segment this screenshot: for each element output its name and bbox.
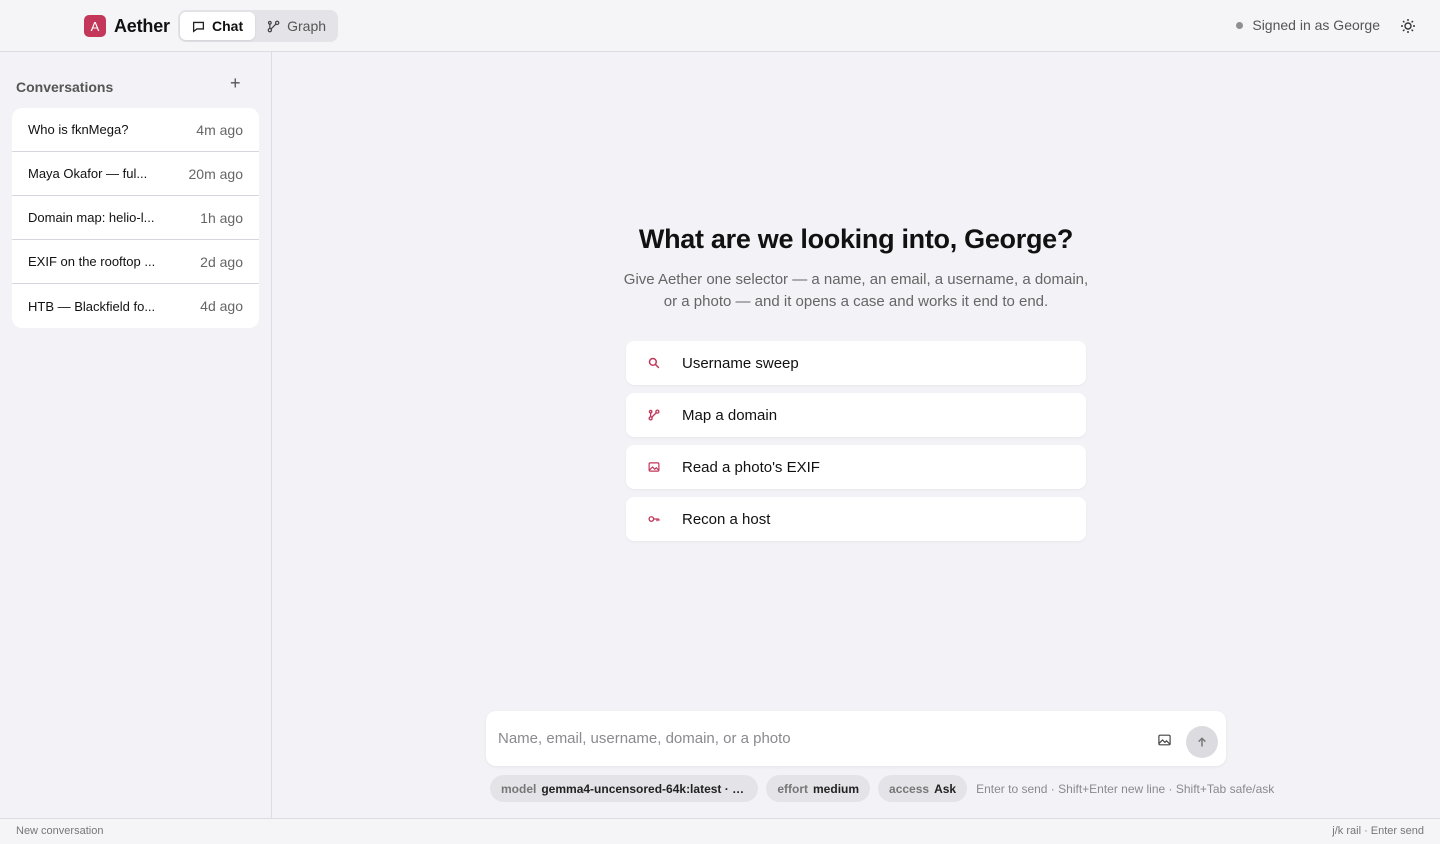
top-bar: A Aether Chat Graph Signed in as George — [0, 0, 1440, 52]
action-label: Username sweep — [682, 354, 799, 372]
brand[interactable]: A Aether — [84, 15, 170, 37]
conversation-list: Who is fknMega? 4m ago Maya Okafor — ful… — [12, 108, 259, 328]
image-icon — [648, 462, 660, 472]
action-username-sweep[interactable]: Username sweep — [626, 341, 1086, 385]
sun-icon — [1401, 19, 1415, 33]
status-bar: New conversation j/k rail · Enter send — [0, 818, 1440, 844]
signed-in-text: Signed in as George — [1252, 17, 1380, 33]
conversation-title: EXIF on the rooftop ... — [28, 254, 156, 269]
composer-settings: model gemma4-uncensored-64k:latest · loa… — [490, 775, 1274, 802]
conversation-time: 1h ago — [200, 209, 243, 226]
hero-subtitle: Give Aether one selector — a name, an em… — [623, 271, 1089, 310]
conversation-title: HTB — Blackfield fo... — [28, 298, 156, 314]
conversation-time: 4m ago — [196, 121, 243, 138]
conversation-title: Domain map: helio-l... — [28, 210, 155, 225]
signed-in-status: Signed in as George — [1236, 17, 1380, 33]
conversation-item[interactable]: Domain map: helio-l... 1h ago — [12, 196, 259, 240]
composer — [486, 711, 1226, 766]
graph-icon — [648, 409, 660, 421]
model-selector[interactable]: model gemma4-uncensored-64k:latest · loa… — [490, 775, 759, 802]
conversation-time: 20m ago — [188, 165, 243, 182]
effort-selector[interactable]: effort medium — [766, 775, 871, 802]
effort-key: effort — [777, 781, 809, 796]
sidebar-title: Conversations — [16, 79, 114, 95]
action-recon-host[interactable]: Recon a host — [626, 497, 1086, 541]
conversation-item[interactable]: Maya Okafor — ful... 20m ago — [12, 152, 259, 196]
conversation-title: Maya Okafor — ful... — [28, 166, 148, 181]
model-value: gemma4-uncensored-64k:latest · loa... — [541, 781, 748, 796]
conversation-title: Who is fknMega? — [28, 122, 129, 137]
theme-toggle-button[interactable] — [1400, 18, 1416, 34]
brand-name: Aether — [114, 15, 170, 36]
new-conversation-button[interactable]: + — [230, 74, 241, 92]
action-map-domain[interactable]: Map a domain — [626, 393, 1086, 437]
search-icon — [648, 357, 660, 369]
access-key: access — [889, 781, 930, 796]
keyboard-hint: Enter to send · Shift+Enter new line · S… — [976, 781, 1275, 796]
footer-status: New conversation — [16, 825, 104, 837]
attach-photo-button[interactable] — [1158, 733, 1171, 751]
composer-input[interactable] — [498, 725, 1138, 751]
action-label: Map a domain — [682, 406, 778, 424]
send-button[interactable] — [1186, 726, 1218, 758]
access-value: Ask — [934, 781, 957, 796]
tab-chat[interactable]: Chat — [180, 12, 256, 40]
view-tabs: Chat Graph — [178, 10, 338, 42]
footer-shortcuts: j/k rail · Enter send — [1332, 825, 1424, 837]
chat-bubble-icon — [192, 21, 205, 33]
action-label: Recon a host — [682, 510, 771, 528]
quick-actions: Username sweep Map a domain Read a photo… — [626, 341, 1086, 549]
main-panel: What are we looking into, George? Give A… — [272, 52, 1440, 818]
conversation-item[interactable]: HTB — Blackfield fo... 4d ago — [12, 284, 259, 328]
effort-value: medium — [813, 781, 860, 796]
action-read-exif[interactable]: Read a photo's EXIF — [626, 445, 1086, 489]
image-icon — [1158, 734, 1171, 746]
hero-title: What are we looking into, George? — [638, 224, 1074, 254]
status-dot-icon — [1236, 21, 1244, 29]
key-icon — [648, 516, 660, 522]
access-selector[interactable]: access Ask — [878, 775, 968, 802]
action-label: Read a photo's EXIF — [682, 458, 820, 476]
graph-icon — [267, 20, 280, 32]
tab-graph[interactable]: Graph — [255, 12, 338, 40]
conversation-item[interactable]: EXIF on the rooftop ... 2d ago — [12, 240, 259, 284]
arrow-up-icon — [1198, 737, 1206, 747]
conversation-time: 4d ago — [200, 298, 243, 314]
conversation-item[interactable]: Who is fknMega? 4m ago — [12, 108, 259, 152]
tab-chat-label: Chat — [212, 18, 244, 34]
brand-logo: A — [84, 15, 106, 37]
sidebar: Conversations + Who is fknMega? 4m ago M… — [0, 52, 272, 818]
model-key: model — [501, 781, 537, 796]
conversation-time: 2d ago — [200, 253, 243, 270]
tab-graph-label: Graph — [287, 18, 327, 34]
